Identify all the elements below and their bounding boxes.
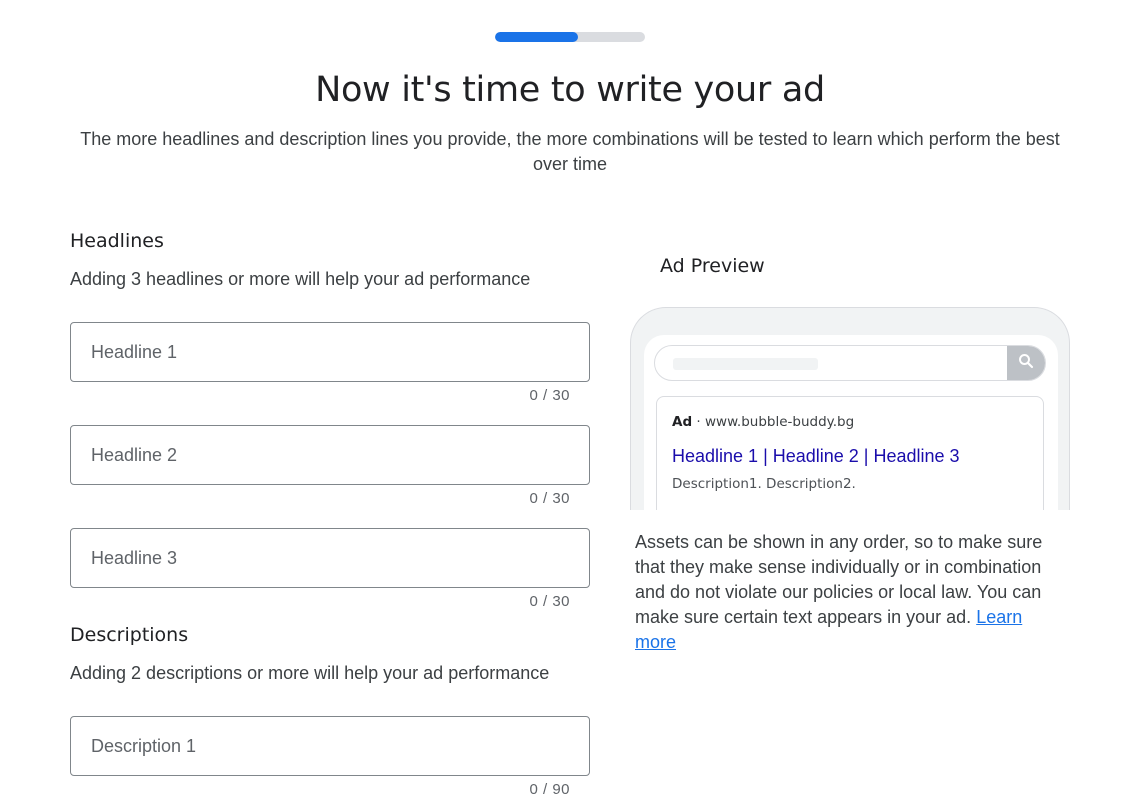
search-button — [1007, 346, 1045, 380]
search-bar-placeholder — [673, 358, 818, 370]
ad-card: Ad · www.bubble-buddy.bg Headline 1 | He… — [656, 396, 1044, 510]
headlines-hint: Adding 3 headlines or more will help you… — [70, 269, 531, 289]
headline-1-counter: 0 / 30 — [529, 387, 570, 404]
description-1-field[interactable] — [70, 716, 590, 776]
headline-2-counter: 0 / 30 — [529, 490, 570, 507]
descriptions-title: Descriptions — [70, 624, 189, 646]
descriptions-hint: Adding 2 descriptions or more will help … — [70, 663, 550, 683]
headline-3-field[interactable] — [70, 528, 590, 588]
headlines-title: Headlines — [70, 230, 164, 252]
headline-3-counter: 0 / 30 — [529, 593, 570, 610]
description-1-input[interactable] — [71, 717, 589, 775]
description-1-counter: 0 / 90 — [529, 781, 570, 798]
headline-2-input[interactable] — [71, 426, 589, 484]
ad-description: Description1. Description2. — [672, 476, 856, 492]
ad-preview-title: Ad Preview — [660, 255, 765, 277]
ad-separator: · — [696, 414, 701, 430]
progress-bar — [495, 32, 645, 42]
page-subtitle: The more headlines and description lines… — [80, 129, 1060, 174]
headline-2-field[interactable] — [70, 425, 590, 485]
ad-meta: Ad · www.bubble-buddy.bg — [672, 414, 854, 430]
phone-mockup: Ad · www.bubble-buddy.bg Headline 1 | He… — [630, 307, 1070, 510]
ad-badge: Ad — [672, 414, 693, 430]
search-bar — [654, 345, 1046, 381]
page-title: Now it's time to write your ad — [315, 70, 825, 110]
ad-headline: Headline 1 | Headline 2 | Headline 3 — [672, 446, 960, 466]
progress-bar-fill — [495, 32, 578, 42]
ad-domain: www.bubble-buddy.bg — [705, 414, 855, 430]
headline-3-input[interactable] — [71, 529, 589, 587]
ad-disclaimer: Assets can be shown in any order, so to … — [635, 530, 1055, 655]
headline-1-input[interactable] — [71, 323, 589, 381]
search-icon — [1017, 352, 1035, 375]
headline-1-field[interactable] — [70, 322, 590, 382]
phone-screen: Ad · www.bubble-buddy.bg Headline 1 | He… — [644, 335, 1058, 510]
